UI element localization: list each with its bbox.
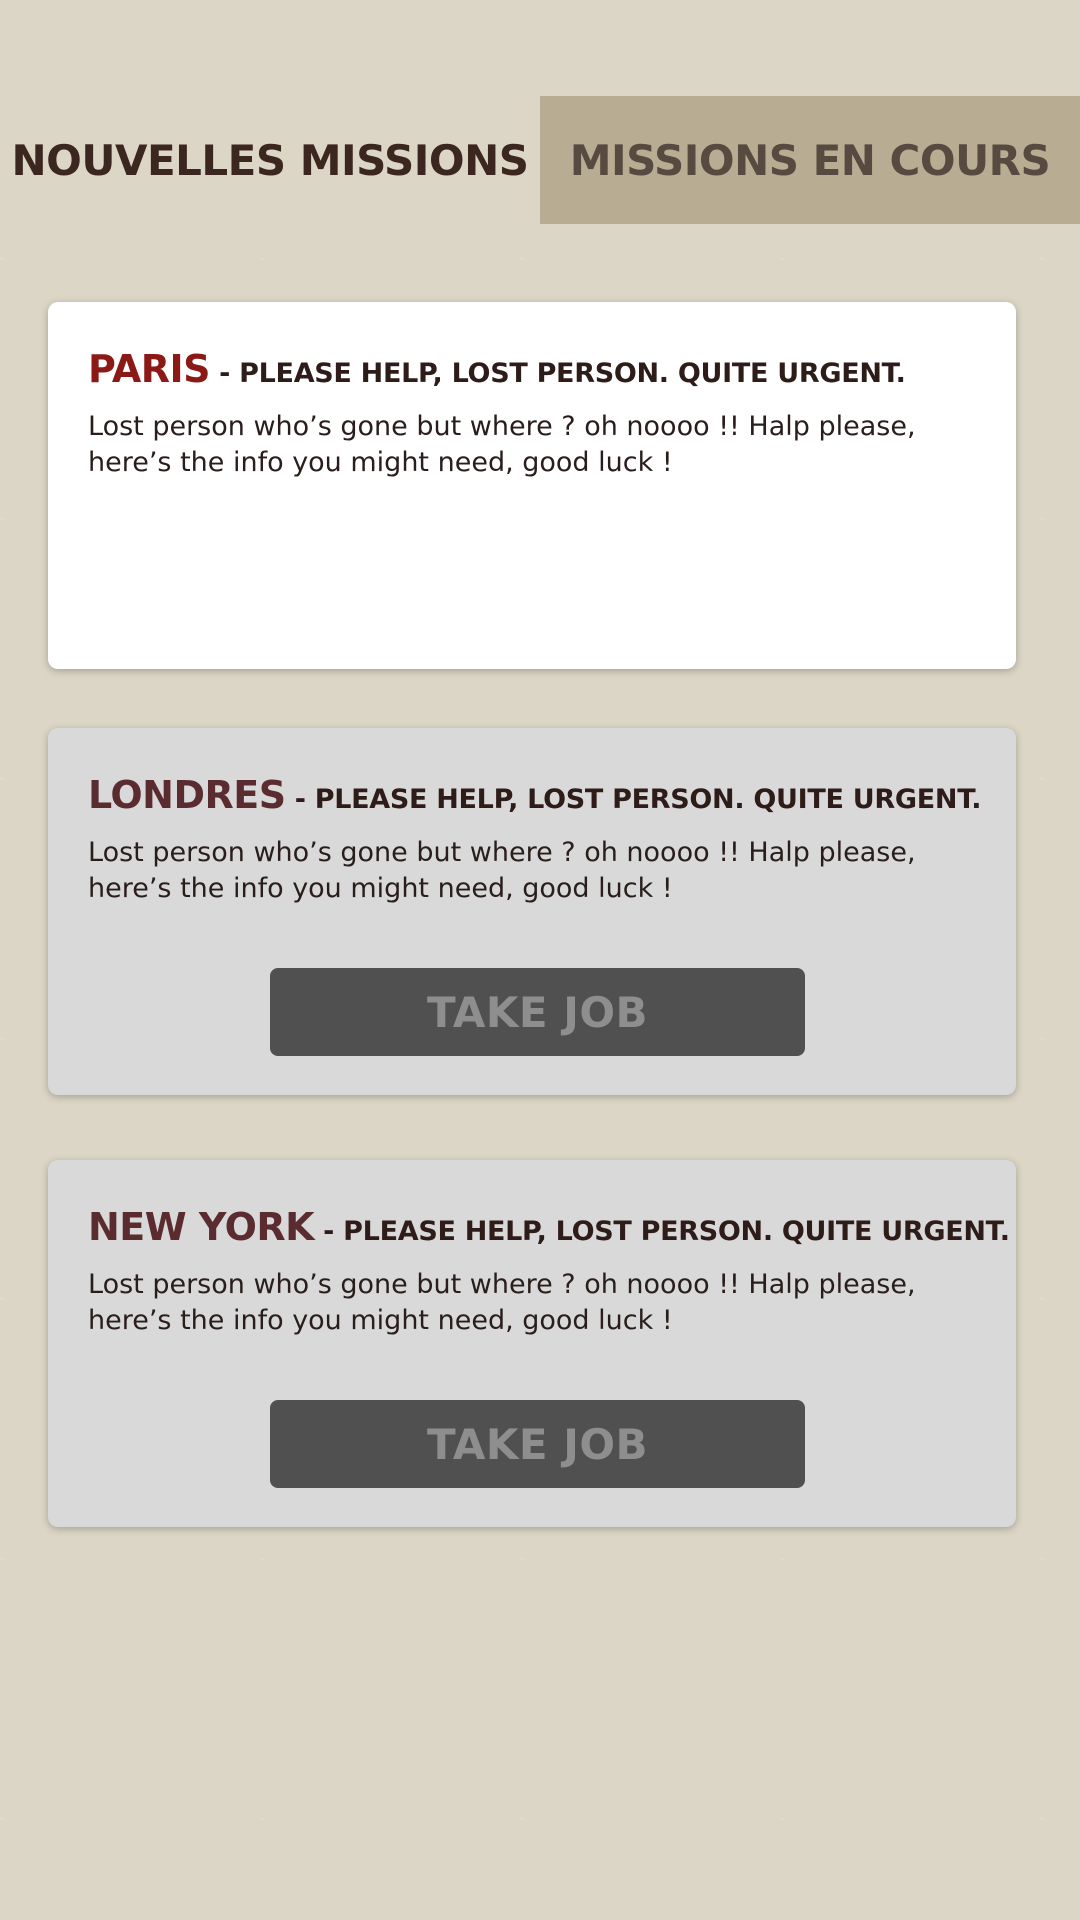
tab-new-missions[interactable]: NOUVELLES MISSIONS: [0, 96, 540, 224]
mission-title: NEW YORK - PLEASE HELP, LOST PERSON. QUI…: [88, 1200, 1010, 1259]
mission-card-new-york[interactable]: NEW YORK - PLEASE HELP, LOST PERSON. QUI…: [48, 1160, 1016, 1527]
take-job-button[interactable]: TAKE JOB: [270, 1400, 805, 1488]
mission-description: Lost person who’s gone but where ? oh no…: [88, 837, 916, 904]
mission-tabs: NOUVELLES MISSIONS MISSIONS EN COURS: [0, 96, 1080, 224]
mission-card-paris[interactable]: PARIS - PLEASE HELP, LOST PERSON. QUITE …: [48, 302, 1016, 669]
mission-city: PARIS: [88, 347, 211, 391]
mission-subtitle: - PLEASE HELP, LOST PERSON. QUITE URGENT…: [210, 358, 906, 389]
mission-city: NEW YORK: [88, 1205, 315, 1249]
take-job-button[interactable]: TAKE JOB: [270, 968, 805, 1056]
mission-card-londres[interactable]: LONDRES - PLEASE HELP, LOST PERSON. QUIT…: [48, 728, 1016, 1095]
tab-missions-in-progress[interactable]: MISSIONS EN COURS: [540, 96, 1080, 224]
mission-city: LONDRES: [88, 773, 286, 817]
mission-subtitle: - PLEASE HELP, LOST PERSON. QUITE URGENT…: [314, 1216, 1010, 1247]
mission-description: Lost person who’s gone but where ? oh no…: [88, 411, 916, 478]
mission-title: PARIS - PLEASE HELP, LOST PERSON. QUITE …: [88, 342, 976, 401]
mission-title: LONDRES - PLEASE HELP, LOST PERSON. QUIT…: [88, 768, 981, 827]
mission-description: Lost person who’s gone but where ? oh no…: [88, 1269, 916, 1336]
mission-subtitle: - PLEASE HELP, LOST PERSON. QUITE URGENT…: [285, 784, 982, 815]
